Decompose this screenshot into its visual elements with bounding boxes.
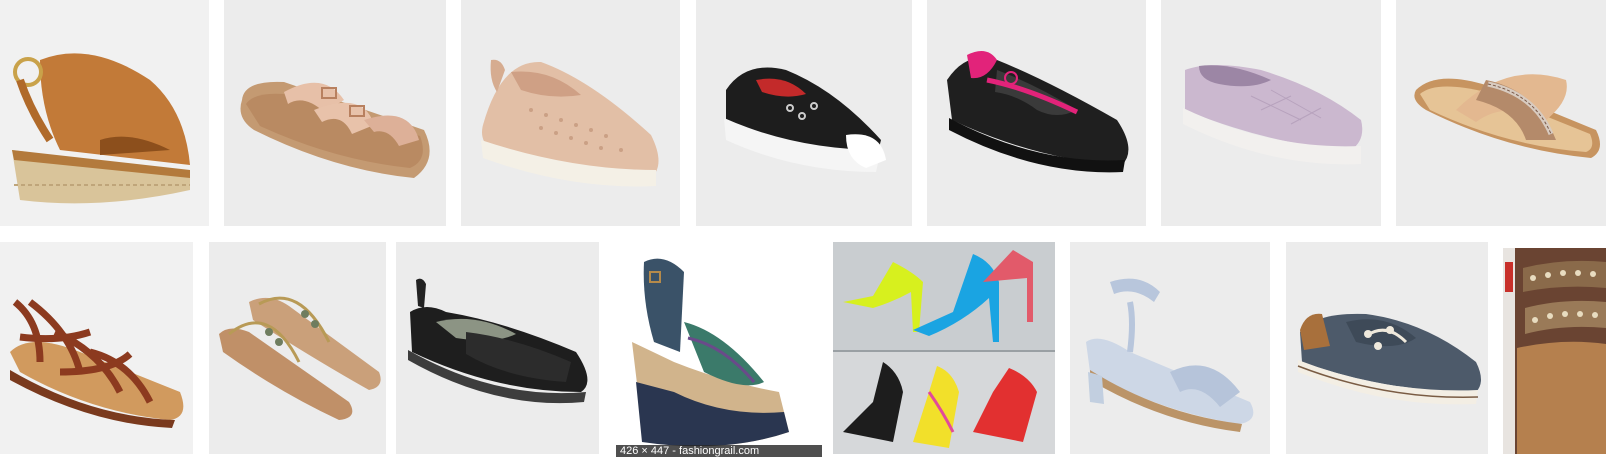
image-result-rose-gold-footbed-sandal[interactable] <box>224 0 446 226</box>
image-result-light-blue-block-heel-sandal[interactable] <box>1070 242 1270 454</box>
black-slip-on-sneaker-image <box>724 67 886 172</box>
image-result-black-mesh-water-shoe[interactable] <box>396 242 599 454</box>
tan-crossband-slide-image <box>1414 74 1600 158</box>
image-result-woven-platform-wedge[interactable] <box>614 242 818 454</box>
image-result-lavender-quilted-slip-on[interactable] <box>1161 0 1381 226</box>
image-result-blush-perforated-slip-on[interactable] <box>461 0 680 226</box>
light-blue-block-heel-sandal-image <box>1086 278 1254 432</box>
image-size-source-caption: 426 × 447 - fashiongrail.com <box>616 445 822 457</box>
lavender-quilted-slip-on-image <box>1183 65 1363 165</box>
heels-collage-image <box>833 242 1055 454</box>
image-result-tan-crossband-slide[interactable] <box>1396 0 1606 226</box>
image-result-gold-thong-sandal[interactable] <box>209 242 386 454</box>
image-result-beaded-sandal[interactable] <box>1503 248 1606 454</box>
navy-boat-shoe-image <box>1297 313 1481 405</box>
image-result-black-slip-on-sneaker[interactable] <box>696 0 912 226</box>
image-result-tan-wedge-sandal[interactable] <box>0 0 209 226</box>
black-mesh-water-shoe-image <box>408 278 588 404</box>
blush-perforated-slip-on-image <box>481 59 659 187</box>
image-result-navy-boat-shoe[interactable] <box>1286 242 1488 454</box>
beaded-sandal-image <box>1503 248 1606 454</box>
black-pink-water-shoe-image <box>947 51 1129 173</box>
cognac-gladiator-sandal-image <box>10 299 184 428</box>
image-result-cognac-gladiator-sandal[interactable] <box>0 242 193 454</box>
rose-gold-footbed-sandal-image <box>240 81 430 178</box>
tan-wedge-sandal-image <box>12 53 190 204</box>
image-result-heels-collage[interactable] <box>833 242 1055 454</box>
image-result-black-pink-water-shoe[interactable] <box>927 0 1146 226</box>
gold-thong-sandal-image <box>219 296 381 420</box>
woven-platform-wedge-image <box>632 258 789 447</box>
